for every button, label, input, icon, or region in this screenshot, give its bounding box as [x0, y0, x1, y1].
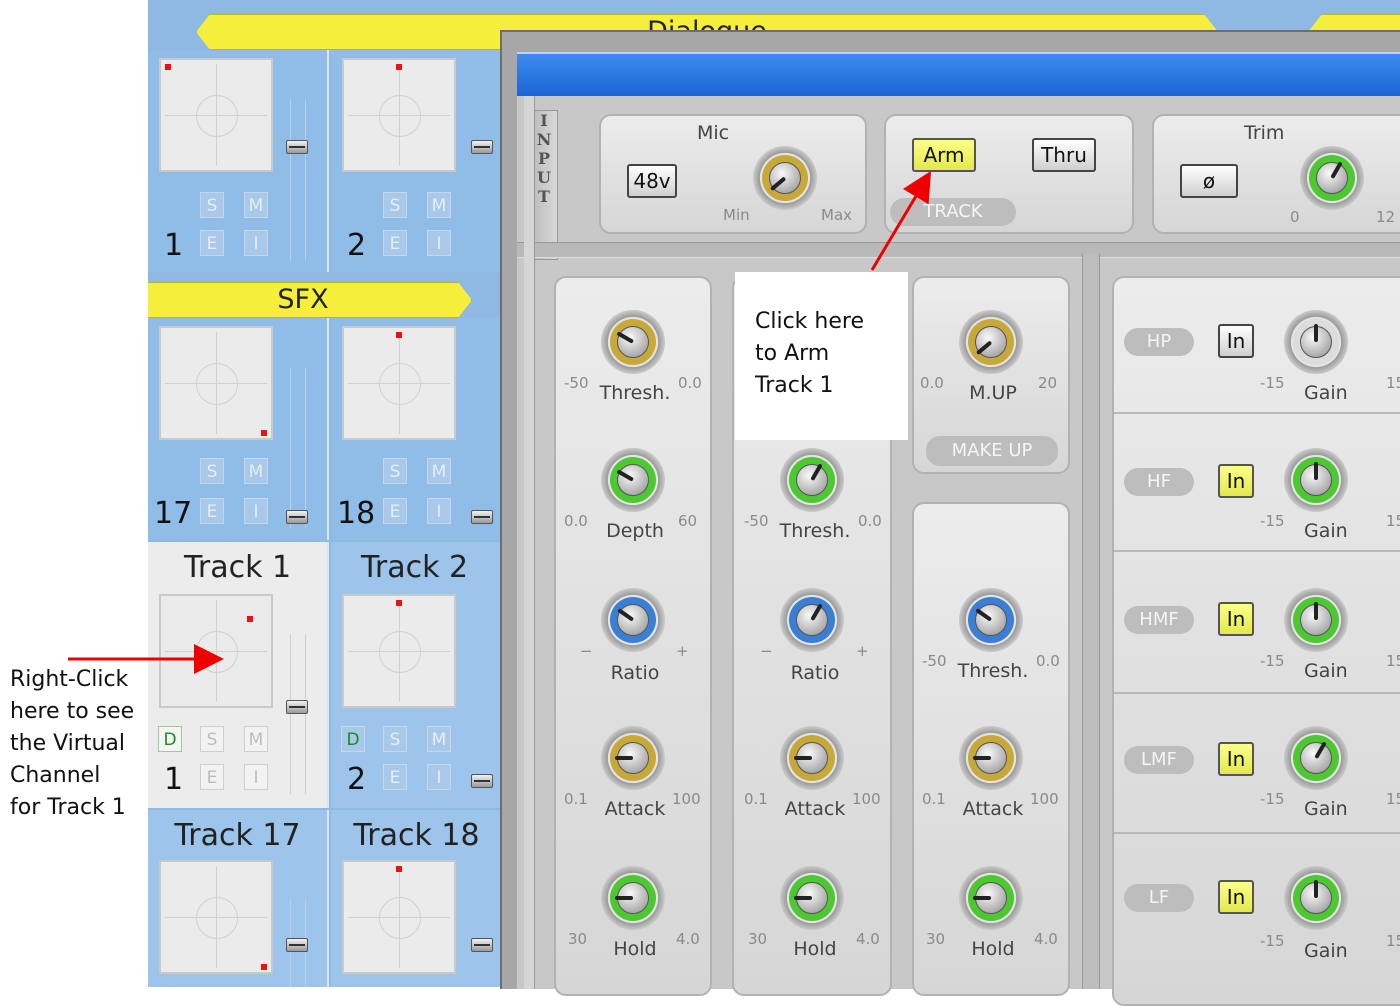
arm-arrow — [870, 170, 932, 271]
annotation-arrows — [68, 170, 932, 674]
